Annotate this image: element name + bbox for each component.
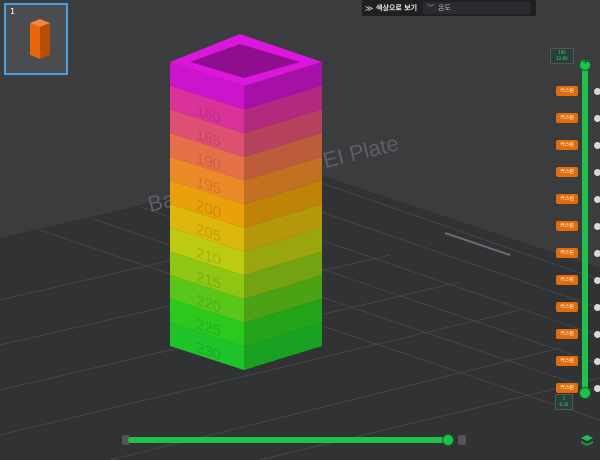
chevron-down-icon: ﹀ [427, 4, 435, 12]
custom-gcode-marker[interactable]: 커스텀 [556, 167, 578, 177]
layers-icon[interactable] [580, 434, 594, 448]
marker-dot-icon[interactable] [594, 196, 600, 203]
marker-dot-icon[interactable] [594, 385, 600, 392]
marker-dot-icon[interactable] [594, 223, 600, 230]
object-thumbnail[interactable]: 1 [4, 3, 68, 75]
custom-gcode-marker[interactable]: 커스텀 [556, 248, 578, 258]
marker-dot-icon[interactable] [594, 142, 600, 149]
marker-dot-icon[interactable] [594, 358, 600, 365]
marker-dot-icon[interactable] [594, 250, 600, 257]
marker-dot-icon[interactable] [594, 277, 600, 284]
custom-gcode-marker[interactable]: 커스텀 [556, 383, 578, 393]
thumbnail-index: 1 [10, 7, 16, 16]
custom-gcode-marker[interactable]: 커스텀 [556, 86, 578, 96]
chevron-double-down-icon[interactable]: ≫ [362, 4, 376, 13]
view-mode-toolbar: ≫ 색상으로 보기 ﹀ 온도 [362, 0, 536, 16]
cube-model-icon [30, 19, 50, 59]
layer-slider-top-handle[interactable] [579, 57, 591, 71]
marker-dot-icon[interactable] [594, 331, 600, 338]
bottom-layer-badge: 1 0.20 [555, 394, 573, 410]
tower-model[interactable]: 230225220215210205200195190185180 [170, 34, 322, 370]
custom-gcode-marker[interactable]: 커스텀 [556, 329, 578, 339]
move-slider-handle[interactable] [442, 434, 454, 446]
layer-slider-track[interactable] [582, 64, 588, 394]
move-slider-right-end[interactable] [458, 435, 466, 445]
view-mode-value: 온도 [438, 4, 451, 12]
move-slider-track[interactable] [128, 437, 450, 443]
3d-viewport[interactable]: Bambu Textured PEI Plate 230225220215210… [0, 0, 600, 460]
marker-dot-icon[interactable] [594, 169, 600, 176]
custom-gcode-marker[interactable]: 커스텀 [556, 275, 578, 285]
custom-gcode-marker[interactable]: 커스텀 [556, 194, 578, 204]
custom-gcode-marker[interactable]: 커스텀 [556, 356, 578, 366]
marker-dot-icon[interactable] [594, 115, 600, 122]
view-mode-select[interactable]: ﹀ 온도 [423, 2, 530, 14]
custom-gcode-marker[interactable]: 커스텀 [556, 140, 578, 150]
custom-gcode-marker[interactable]: 커스텀 [556, 113, 578, 123]
view-mode-label: 색상으로 보기 [376, 4, 418, 12]
custom-gcode-marker[interactable]: 커스텀 [556, 302, 578, 312]
marker-dot-icon[interactable] [594, 88, 600, 95]
top-layer-badge: 195 12.60 [550, 48, 574, 64]
layer-slider-bottom-handle[interactable] [579, 387, 591, 399]
marker-dot-icon[interactable] [594, 304, 600, 311]
custom-gcode-marker[interactable]: 커스텀 [556, 221, 578, 231]
